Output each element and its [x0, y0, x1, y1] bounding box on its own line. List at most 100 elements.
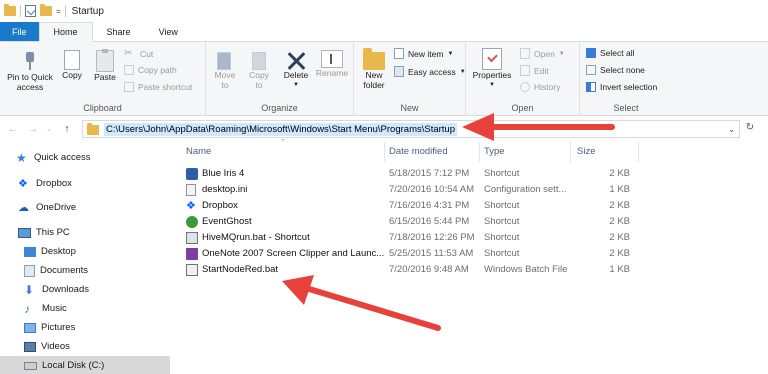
table-row[interactable]: ❖ Dropbox 7/16/2016 4:31 PM Shortcut 2 K…	[178, 198, 638, 214]
file-date: 5/18/2015 7:12 PM	[389, 168, 470, 179]
refresh-icon[interactable]: ↻	[742, 122, 758, 136]
select-none-label: Select none	[600, 65, 645, 75]
pin-to-quick-access-button[interactable]: Pin to Quick access	[2, 50, 58, 92]
history-label: History	[534, 82, 561, 92]
column-divider[interactable]	[479, 142, 480, 162]
table-row[interactable]: EventGhost 6/15/2016 5:44 PM Shortcut 2 …	[178, 214, 638, 230]
new-group-label: New	[400, 103, 419, 113]
new-folder-icon	[363, 48, 385, 70]
back-arrow-icon[interactable]: ←	[6, 123, 20, 135]
file-size: 1 KB	[609, 264, 630, 275]
copy-button[interactable]: Copy	[58, 50, 86, 80]
select-all-button[interactable]: Select all	[586, 48, 635, 58]
nav-item-desktop[interactable]: Desktop	[0, 242, 170, 261]
invert-selection-icon	[586, 82, 596, 92]
folder-icon	[4, 4, 16, 16]
file-date: 7/16/2016 4:31 PM	[389, 200, 470, 211]
move-to-label-line1: Move	[214, 70, 236, 80]
address-bar[interactable]: C:\Users\John\AppData\Roaming\Microsoft\…	[82, 120, 740, 138]
file-date: 7/18/2016 12:26 PM	[389, 232, 475, 243]
column-name[interactable]: Name	[186, 146, 211, 157]
nav-item-music[interactable]: ♪ Music	[0, 299, 170, 318]
tab-share[interactable]: Share	[93, 22, 145, 41]
nav-item-downloads[interactable]: ⬇ Downloads	[0, 280, 170, 299]
edit-button[interactable]: Edit	[520, 65, 549, 76]
nav-item-documents[interactable]: Documents	[0, 261, 170, 280]
tab-view[interactable]: View	[145, 22, 192, 41]
column-divider[interactable]	[638, 142, 639, 162]
properties-button[interactable]: Properties ▼	[470, 48, 514, 90]
star-icon: ★	[16, 150, 27, 165]
delete-button[interactable]: Delete ▼	[280, 50, 312, 90]
select-group-label: Select	[613, 103, 639, 113]
column-divider[interactable]	[384, 142, 385, 162]
address-path[interactable]: C:\Users\John\AppData\Roaming\Microsoft\…	[104, 122, 457, 136]
window-title: Startup	[71, 5, 104, 17]
easy-access-button[interactable]: Easy access ▼	[394, 66, 466, 77]
tab-file[interactable]: File	[0, 22, 39, 41]
pin-label-line2: access	[16, 82, 44, 92]
new-folder-icon[interactable]	[40, 4, 52, 16]
nav-item-local-disk[interactable]: Local Disk (C:)	[0, 356, 170, 374]
clipboard-group-label: Clipboard	[83, 103, 122, 113]
properties-checkmark-icon	[482, 48, 502, 70]
copy-to-button[interactable]: Copy to	[244, 50, 274, 90]
column-type[interactable]: Type	[484, 146, 505, 157]
column-date-modified[interactable]: Date modified	[389, 146, 448, 157]
recent-locations-chevron-icon[interactable]: ⌄	[42, 125, 56, 133]
paste-shortcut-button[interactable]: Paste shortcut	[124, 82, 192, 92]
history-button[interactable]: History	[520, 82, 560, 92]
nav-item-this-pc[interactable]: This PC	[0, 223, 170, 242]
select-none-button[interactable]: Select none	[586, 65, 645, 75]
copy-path-button[interactable]: Copy path	[124, 65, 177, 75]
up-arrow-icon[interactable]: ↑	[60, 123, 74, 135]
dropbox-icon: ❖	[18, 177, 28, 190]
new-item-button[interactable]: New item ▼	[394, 48, 453, 59]
new-folder-label-line2: folder	[363, 80, 385, 90]
customize-toolbar-dropdown[interactable]: =	[56, 7, 61, 16]
dropdown-arrow: ▼	[459, 68, 466, 75]
rename-button[interactable]: Rename	[314, 50, 350, 78]
onenote-icon	[186, 248, 198, 260]
file-size: 2 KB	[609, 200, 630, 211]
table-row[interactable]: HiveMQrun.bat - Shortcut 7/18/2016 12:26…	[178, 230, 638, 246]
new-folder-button[interactable]: New folder	[358, 48, 390, 90]
nav-item-onedrive[interactable]: ☁ OneDrive	[0, 198, 170, 217]
ini-file-icon	[186, 184, 196, 196]
nav-item-dropbox[interactable]: ❖ Dropbox	[0, 174, 170, 193]
ribbon-tabs: File Home Share View	[0, 22, 768, 42]
videos-folder-icon	[24, 341, 36, 352]
nav-item-quick-access[interactable]: ★ Quick access	[0, 148, 170, 167]
open-icon	[520, 48, 530, 59]
easy-access-icon	[394, 66, 404, 77]
file-type: Shortcut	[484, 216, 520, 227]
nav-item-videos[interactable]: Videos	[0, 337, 170, 356]
file-size: 2 KB	[609, 168, 630, 179]
table-row[interactable]: StartNodeRed.bat 7/20/2016 9:48 AM Windo…	[178, 262, 638, 278]
address-dropdown-chevron-icon[interactable]: ⌄	[728, 125, 735, 134]
documents-folder-icon	[24, 264, 35, 277]
forward-arrow-icon[interactable]: →	[26, 123, 40, 135]
column-divider[interactable]	[570, 142, 571, 162]
nav-item-label: Music	[42, 303, 67, 314]
select-none-icon	[586, 65, 596, 75]
nav-item-pictures[interactable]: Pictures	[0, 318, 170, 337]
properties-icon[interactable]	[25, 5, 36, 17]
cut-button[interactable]: ✂ Cut	[124, 48, 153, 59]
history-icon	[520, 82, 530, 92]
select-all-label: Select all	[600, 48, 635, 58]
nav-item-label: This PC	[36, 227, 70, 238]
column-size[interactable]: Size	[577, 146, 595, 157]
table-row[interactable]: desktop.ini 7/20/2016 10:54 AM Configura…	[178, 182, 638, 198]
nav-item-label: Local Disk (C:)	[42, 360, 105, 371]
table-row[interactable]: OneNote 2007 Screen Clipper and Launc...…	[178, 246, 638, 262]
invert-selection-button[interactable]: Invert selection	[586, 82, 657, 92]
tab-home[interactable]: Home	[38, 22, 93, 42]
organize-group-label: Organize	[261, 103, 298, 113]
move-to-button[interactable]: Move to	[210, 50, 240, 90]
copy-to-icon	[248, 50, 270, 70]
file-type: Shortcut	[484, 248, 520, 259]
table-row[interactable]: Blue Iris 4 5/18/2015 7:12 PM Shortcut 2…	[178, 166, 638, 182]
open-button[interactable]: Open ▼	[520, 48, 565, 59]
paste-button[interactable]: Paste	[90, 49, 120, 82]
